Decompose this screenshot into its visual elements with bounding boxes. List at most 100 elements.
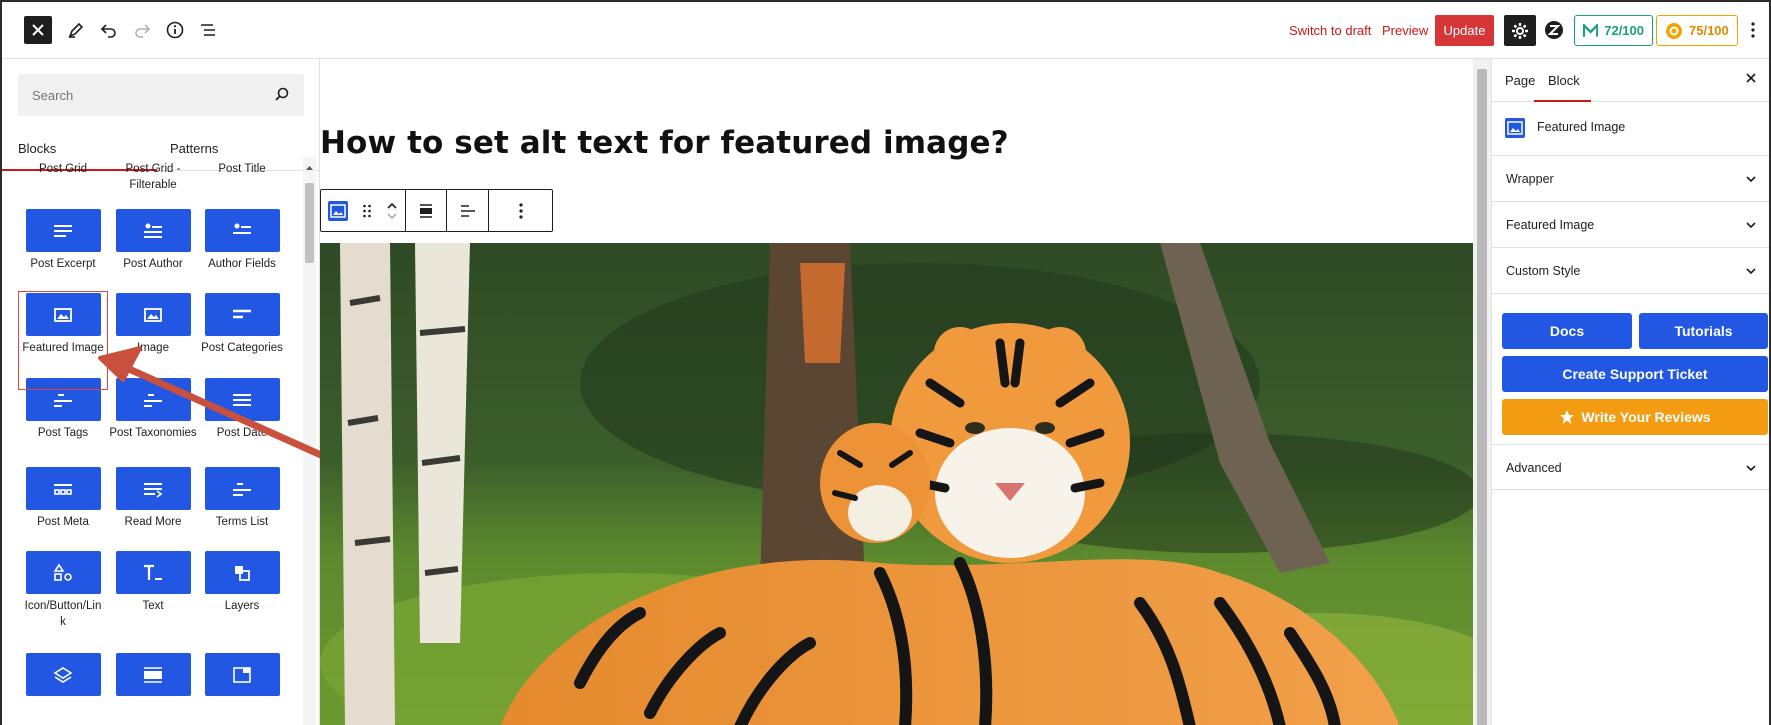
seo-score-badge[interactable]: 72/100 (1574, 15, 1653, 46)
block-text[interactable]: Text (108, 551, 198, 614)
block-post-categories[interactable]: Post Categories (197, 293, 287, 356)
inserter-scrollbar[interactable] (303, 157, 316, 725)
plugin-button[interactable] (1539, 15, 1569, 45)
section-icon (144, 666, 162, 683)
block-search (18, 74, 304, 116)
tab-patterns[interactable]: Patterns (170, 141, 218, 156)
redo-icon (135, 24, 151, 38)
pencil-icon (68, 22, 84, 38)
container-icon (233, 666, 251, 683)
readability-logo-icon (1666, 22, 1682, 39)
undo-button[interactable] (94, 15, 124, 45)
block-post-grid[interactable]: Post Grid (18, 157, 108, 177)
block-stack[interactable] (18, 653, 108, 696)
align-wide-icon (420, 203, 432, 218)
featured-image-block-icon[interactable] (327, 200, 349, 222)
block-post-meta[interactable]: Post Meta (18, 467, 108, 530)
options-menu-button[interactable] (1738, 15, 1768, 45)
close-icon (32, 24, 44, 36)
tab-blocks[interactable]: Blocks (18, 141, 56, 156)
block-post-taxonomies[interactable]: Post Taxonomies (108, 378, 198, 441)
panel-advanced[interactable]: Advanced (1492, 444, 1769, 490)
shapes-icon (53, 563, 72, 581)
editor-window: Switch to draft Preview Update 72/100 75… (0, 0, 1771, 725)
block-container[interactable] (197, 653, 287, 696)
block-post-title[interactable]: Post Title (197, 157, 287, 177)
block-section[interactable] (108, 653, 198, 696)
tab-block[interactable]: Block (1548, 73, 1580, 88)
block-post-grid-filterable[interactable]: Post Grid - Filterable (108, 157, 198, 193)
block-post-excerpt[interactable]: Post Excerpt (18, 209, 108, 272)
list-view-button[interactable] (193, 15, 223, 45)
chevron-down-icon (1746, 465, 1756, 472)
block-search-input[interactable] (18, 74, 258, 116)
block-terms-list[interactable]: Terms List (197, 467, 287, 530)
block-post-date[interactable]: Post Date (197, 378, 287, 441)
drag-handle-icon[interactable] (362, 203, 372, 219)
editor-canvas: How to set alt text for featured image? (320, 59, 1491, 725)
align-left-icon (460, 204, 475, 217)
featured-image-block-icon (1505, 118, 1525, 138)
terms-list-icon (233, 482, 251, 496)
gear-icon (1512, 22, 1528, 39)
write-reviews-button[interactable]: Write Your Reviews (1502, 399, 1768, 435)
canvas-scroll-thumb[interactable] (1477, 69, 1487, 725)
edit-tool-button[interactable] (61, 15, 91, 45)
text-align-button[interactable] (447, 190, 489, 231)
details-button[interactable] (160, 15, 190, 45)
taxonomies-icon (144, 393, 162, 407)
block-layers[interactable]: Layers (197, 551, 287, 614)
close-editor-button[interactable] (24, 16, 52, 44)
block-icon-button-link[interactable]: Icon/Button/Link (18, 551, 108, 630)
move-up-icon[interactable] (385, 201, 399, 211)
update-button[interactable]: Update (1435, 15, 1494, 46)
tutorials-button[interactable]: Tutorials (1639, 313, 1768, 349)
align-button[interactable] (406, 190, 447, 231)
settings-button[interactable] (1504, 15, 1536, 46)
plugin-logo-icon (1545, 21, 1563, 39)
settings-sidebar: Page Block Featured Image Wrapper Featur… (1491, 59, 1769, 725)
preview-link[interactable]: Preview (1382, 23, 1428, 38)
block-options-button[interactable] (489, 190, 552, 231)
docs-button[interactable]: Docs (1502, 313, 1632, 349)
panel-wrapper[interactable]: Wrapper (1492, 156, 1769, 202)
block-image[interactable]: Image (108, 293, 198, 356)
search-icon[interactable] (274, 86, 290, 102)
panel-custom-style[interactable]: Custom Style (1492, 248, 1769, 294)
date-icon (233, 393, 251, 406)
block-card-title: Featured Image (1537, 120, 1626, 134)
create-support-ticket-button[interactable]: Create Support Ticket (1502, 356, 1768, 392)
categories-icon (233, 309, 251, 318)
block-post-author[interactable]: Post Author (108, 209, 198, 272)
chevron-down-icon (1746, 268, 1756, 275)
block-author-fields[interactable]: Author Fields (197, 209, 287, 272)
scroll-up-icon (306, 166, 313, 170)
chevron-down-icon (1746, 176, 1756, 183)
more-vertical-icon (1751, 22, 1755, 38)
move-down-icon[interactable] (385, 211, 399, 221)
info-icon (166, 21, 184, 39)
list-view-icon (201, 24, 215, 36)
image-icon (144, 307, 162, 322)
excerpt-icon (54, 224, 72, 237)
block-read-more[interactable]: Read More (108, 467, 198, 530)
switch-to-draft-link[interactable]: Switch to draft (1289, 23, 1371, 38)
author-fields-icon (233, 223, 251, 234)
scroll-thumb[interactable] (305, 183, 314, 263)
tab-page[interactable]: Page (1505, 73, 1535, 88)
author-icon (144, 223, 162, 238)
post-title[interactable]: How to set alt text for featured image? (320, 125, 1009, 161)
close-icon[interactable] (1744, 71, 1758, 85)
redo-button[interactable] (127, 15, 157, 45)
readability-score-value: 75/100 (1689, 23, 1729, 38)
readability-score-badge[interactable]: 75/100 (1656, 15, 1738, 46)
block-toolbar (320, 189, 553, 232)
canvas-scrollbar[interactable] (1473, 59, 1491, 725)
panel-featured-image[interactable]: Featured Image (1492, 202, 1769, 248)
block-card: Featured Image (1492, 102, 1769, 156)
sidebar-tabs: Page Block (1492, 59, 1769, 102)
text-icon (144, 564, 162, 580)
layers-icon (235, 565, 250, 581)
featured-image[interactable] (320, 243, 1473, 725)
undo-icon (100, 24, 116, 38)
